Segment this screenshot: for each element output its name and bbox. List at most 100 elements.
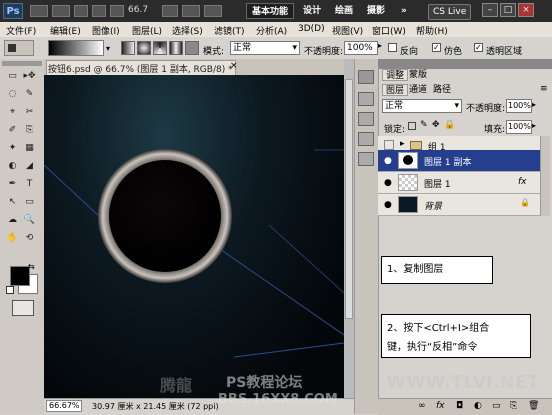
menu-analysis[interactable]: 分析(A) <box>256 24 287 37</box>
tool-button-icon[interactable]: ↖ <box>6 196 19 209</box>
fx-icon[interactable]: fx <box>518 177 527 187</box>
mini-bridge-icon[interactable] <box>52 5 70 17</box>
lock-transparent-icon[interactable] <box>408 122 416 130</box>
menu-edit[interactable]: 编辑(E) <box>50 24 81 37</box>
diamond-gradient-icon[interactable] <box>185 41 199 55</box>
eye-icon[interactable]: ● <box>384 200 392 210</box>
layer-visibility-icon[interactable] <box>384 140 394 150</box>
tool-button-icon[interactable]: ✂ <box>23 106 36 119</box>
arrange-documents-icon[interactable] <box>182 5 200 17</box>
menu-file[interactable]: 文件(F) <box>6 24 36 37</box>
tab-paths[interactable]: 路径 <box>430 84 454 96</box>
layer-opacity-input[interactable]: 100% <box>506 99 532 113</box>
layer-row-layer1[interactable]: ● 图层 1 fx <box>378 172 540 194</box>
lock-position-icon[interactable]: ✥ <box>432 120 440 130</box>
menu-window[interactable]: 窗口(W) <box>372 24 406 37</box>
tab-masks[interactable]: 蒙版 <box>406 69 430 81</box>
history-panel-icon[interactable] <box>358 92 374 106</box>
navigator-panel-icon[interactable] <box>358 112 374 126</box>
gradient-dropdown-arrow-icon[interactable]: ▾ <box>106 44 110 53</box>
tool-button-icon[interactable]: ☁ <box>6 214 19 227</box>
tool-button-icon[interactable]: T <box>23 178 36 191</box>
new-group-icon[interactable]: ▭ <box>492 401 501 411</box>
lock-image-icon[interactable]: ✎ <box>420 120 428 130</box>
tool-button-icon[interactable]: ▭ <box>6 70 19 83</box>
menu-select[interactable]: 选择(S) <box>172 24 203 37</box>
tool-preset-picker[interactable] <box>4 40 34 56</box>
menu-image[interactable]: 图像(I) <box>92 24 120 37</box>
lock-all-icon[interactable]: 🔒 <box>444 120 455 130</box>
tool-button-icon[interactable]: ⎘ <box>23 124 36 137</box>
status-zoom-input[interactable]: 66.67% <box>46 400 82 412</box>
tool-button-icon[interactable]: ✒ <box>6 178 19 191</box>
tool-button-icon[interactable]: ◌ <box>6 88 19 101</box>
menu-help[interactable]: 帮助(H) <box>416 24 448 37</box>
workspace-photography[interactable]: 摄影 <box>362 3 390 19</box>
tool-button-icon[interactable]: ✐ <box>6 124 19 137</box>
quick-mask-icon[interactable] <box>12 300 34 316</box>
group-expand-icon[interactable]: ▸ <box>400 139 405 149</box>
default-colors-icon[interactable] <box>6 286 14 294</box>
cs-live-button[interactable]: CS Live <box>428 4 472 20</box>
layer-row-background[interactable]: ● 背景 🔒 <box>378 194 540 216</box>
tool-button-icon[interactable]: ✋ <box>6 232 19 245</box>
menu-3d[interactable]: 3D(D) <box>298 24 325 34</box>
layer-row-copy[interactable]: ● 图层 1 副本 <box>378 150 540 172</box>
color-panel-icon[interactable] <box>358 152 374 166</box>
workspace-painting[interactable]: 绘画 <box>330 3 358 19</box>
reflected-gradient-icon[interactable] <box>169 41 183 55</box>
fill-input[interactable]: 100% <box>506 120 532 134</box>
angle-gradient-icon[interactable] <box>153 41 167 55</box>
tool-button-icon[interactable]: 🔍 <box>23 214 36 227</box>
workspace-design[interactable]: 设计 <box>298 3 326 19</box>
gradient-picker[interactable] <box>48 40 104 56</box>
tab-layers[interactable]: 图层 <box>382 84 409 96</box>
close-tab-icon[interactable]: × <box>230 61 238 71</box>
link-layers-icon[interactable]: ∞ <box>418 401 426 411</box>
add-style-icon[interactable]: fx <box>436 401 445 411</box>
linear-gradient-icon[interactable] <box>121 41 135 55</box>
tool-button-icon[interactable]: ▦ <box>23 142 36 155</box>
reverse-checkbox[interactable] <box>388 43 397 52</box>
tool-button-icon[interactable]: ⌖ <box>6 106 19 119</box>
tool-button-icon[interactable]: ◢ <box>23 160 36 173</box>
hand-tool-icon[interactable] <box>92 5 106 17</box>
maximize-button[interactable]: □ <box>500 3 516 17</box>
minimize-button[interactable]: – <box>482 3 498 17</box>
mode-select[interactable]: 正常 ▾ <box>230 41 300 55</box>
fill-arrow-icon[interactable]: ▸ <box>532 121 536 130</box>
scrollbar-thumb[interactable] <box>345 79 353 319</box>
eye-icon[interactable]: ● <box>384 156 392 166</box>
opacity-input[interactable]: 100% <box>344 41 378 55</box>
layers-scrollbar[interactable] <box>540 136 550 216</box>
tool-button-icon[interactable]: ✎ <box>23 88 36 101</box>
close-button[interactable]: × <box>518 3 534 17</box>
delete-layer-icon[interactable]: 🗑 <box>528 401 539 411</box>
new-layer-icon[interactable]: ⎘ <box>510 401 517 411</box>
menu-filter[interactable]: 滤镜(T) <box>214 24 245 37</box>
radial-gradient-icon[interactable] <box>137 41 151 55</box>
layer-blend-mode-select[interactable]: 正常 ▾ <box>382 99 462 113</box>
more-workspaces[interactable]: » <box>396 3 412 19</box>
tool-button-icon[interactable]: ▸✥ <box>23 70 36 83</box>
workspace-essentials[interactable]: 基本功能 <box>246 3 295 19</box>
dither-checkbox[interactable]: ✓ <box>432 43 441 52</box>
rotate-view-icon[interactable] <box>162 5 178 17</box>
menu-layer[interactable]: 图层(L) <box>132 24 162 37</box>
add-mask-icon[interactable]: ◘ <box>456 401 463 411</box>
menu-view[interactable]: 视图(V) <box>332 24 363 37</box>
info-panel-icon[interactable] <box>358 132 374 146</box>
tool-button-icon[interactable]: ✦ <box>6 142 19 155</box>
bridge-icon[interactable] <box>30 5 48 17</box>
zoom-level[interactable]: 66.7 <box>128 5 148 15</box>
document-canvas[interactable] <box>44 75 344 398</box>
panel-menu-icon[interactable]: ≡ <box>540 84 548 94</box>
tab-adjustments[interactable]: 调整 <box>382 69 409 81</box>
tool-button-icon[interactable]: ⟲ <box>23 232 36 245</box>
tool-button-icon[interactable]: ◐ <box>6 160 19 173</box>
layer-opacity-arrow-icon[interactable]: ▸ <box>532 100 536 109</box>
new-adjustment-icon[interactable]: ◐ <box>474 401 482 411</box>
screen-mode-icon[interactable] <box>204 5 222 17</box>
vertical-scrollbar[interactable] <box>344 59 354 398</box>
tab-channels[interactable]: 通道 <box>406 84 430 96</box>
